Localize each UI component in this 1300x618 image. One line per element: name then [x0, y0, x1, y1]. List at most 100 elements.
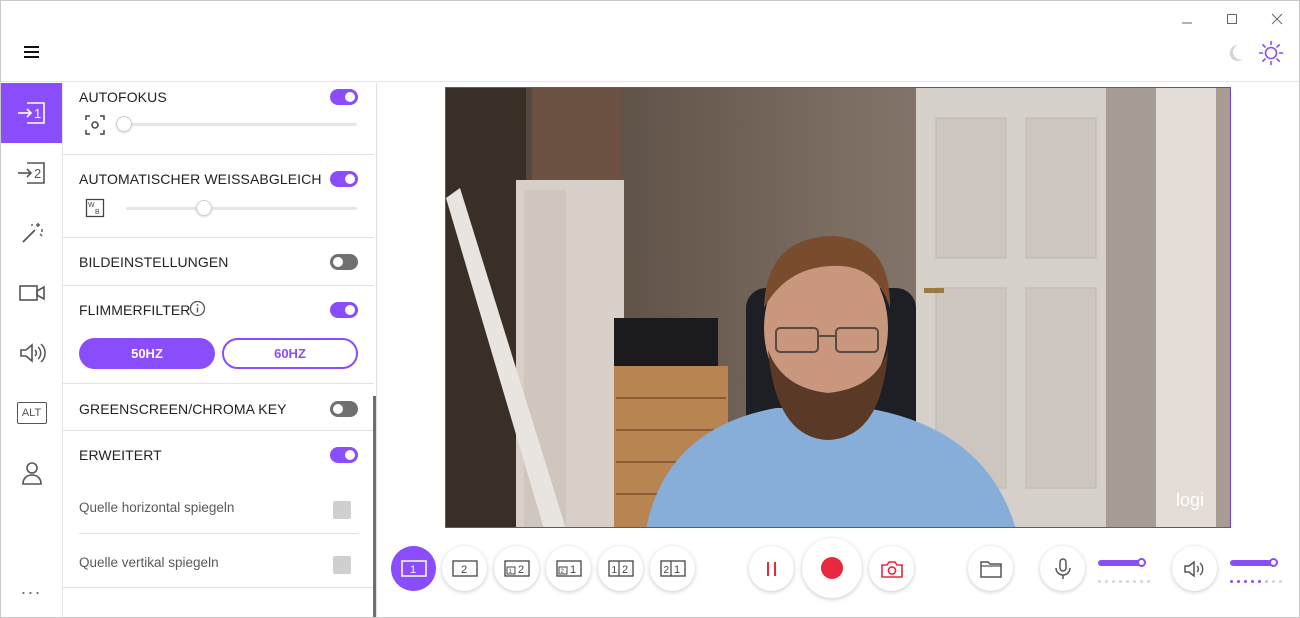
rail-audio[interactable]: [1, 323, 62, 383]
mirror-vertical-row: Quelle vertikal spiegeln: [79, 534, 359, 588]
image-settings-section: BILDEINSTELLUNGEN: [63, 238, 374, 286]
layout-pip-2-1-button[interactable]: 2 1: [546, 546, 591, 591]
mirror-horizontal-checkbox[interactable]: [333, 501, 351, 519]
settings-panel: AUTOFOKUS AUTOMATISCHER WEISSABGLEICH W …: [63, 83, 377, 617]
pause-button[interactable]: [749, 546, 794, 591]
hamburger-menu-icon[interactable]: [19, 40, 45, 64]
minimize-icon[interactable]: [1172, 7, 1202, 31]
autofocus-section: AUTOFOKUS: [63, 83, 374, 155]
focus-icon: [85, 115, 105, 135]
greenscreen-toggle[interactable]: [330, 401, 358, 417]
microphone-button[interactable]: [1040, 546, 1085, 591]
svg-text:B: B: [95, 209, 100, 216]
white-balance-slider[interactable]: [126, 207, 357, 210]
layout-split-1-2-icon: 1 2: [607, 559, 634, 577]
svg-text:2: 2: [461, 564, 467, 576]
60hz-button[interactable]: 60HZ: [222, 338, 358, 369]
greenscreen-label: GREENSCREEN/CHROMA KEY: [79, 401, 287, 417]
white-balance-icon: W B: [85, 198, 105, 218]
camera-icon: [18, 285, 45, 301]
rail-account[interactable]: [1, 443, 62, 503]
flicker-filter-label: FLIMMERFILTER: [79, 302, 191, 318]
rail-camera[interactable]: [1, 263, 62, 323]
layout-2-button[interactable]: 2: [442, 546, 487, 591]
mirror-horizontal-row: Quelle horizontal spiegeln: [79, 479, 359, 534]
svg-text:1: 1: [611, 565, 617, 576]
layout-pip-1-2-icon: 1 2: [503, 559, 530, 577]
rail-effects[interactable]: [1, 203, 62, 263]
image-settings-toggle[interactable]: [330, 254, 358, 270]
record-button[interactable]: [802, 538, 862, 598]
rail-source-2[interactable]: 2: [1, 143, 62, 203]
source-1-icon: 1: [17, 102, 45, 124]
more-options-icon[interactable]: ...: [1, 573, 62, 603]
sun-icon[interactable]: [1258, 40, 1284, 66]
close-icon[interactable]: [1262, 7, 1292, 31]
app-window: 1 2 ALT ... AUTOFOKUS AUTOMATISCHER WEIS…: [0, 0, 1300, 618]
layout-pip-1-2-button[interactable]: 1 2: [494, 546, 539, 591]
svg-text:1: 1: [570, 564, 576, 576]
svg-text:2: 2: [663, 565, 669, 576]
layout-1-button[interactable]: 1: [391, 546, 436, 591]
white-balance-section: AUTOMATISCHER WEISSABGLEICH W B: [63, 155, 374, 238]
autofocus-toggle[interactable]: [330, 89, 358, 105]
pause-icon: [766, 561, 776, 576]
autofocus-slider-thumb[interactable]: [116, 116, 132, 132]
folder-icon: [979, 560, 1002, 578]
camera-feed-image: logi: [446, 88, 1230, 527]
record-icon: [821, 557, 843, 579]
info-icon[interactable]: [189, 300, 206, 317]
svg-text:2: 2: [622, 564, 628, 576]
greenscreen-section: GREENSCREEN/CHROMA KEY: [63, 384, 374, 431]
camera-preview: logi: [445, 87, 1231, 528]
logi-watermark: logi: [1176, 490, 1204, 510]
speaker-level-meter: [1230, 580, 1282, 583]
advanced-toggle[interactable]: [330, 447, 358, 463]
svg-text:1: 1: [34, 106, 41, 121]
autofocus-label: AUTOFOKUS: [79, 89, 167, 105]
microphone-icon: [1054, 557, 1071, 579]
svg-text:1: 1: [410, 564, 416, 576]
rail-alt[interactable]: ALT: [1, 383, 62, 443]
alt-icon: ALT: [16, 402, 47, 424]
panel-scrollbar[interactable]: [373, 396, 376, 617]
svg-text:1: 1: [674, 564, 680, 576]
speaker-button[interactable]: [1172, 546, 1217, 591]
navigation-rail: 1 2 ALT ...: [1, 83, 63, 617]
rail-source-1[interactable]: 1: [1, 83, 62, 143]
advanced-section: ERWEITERT Quelle horizontal spiegeln Que…: [63, 431, 374, 588]
layout-split-2-1-button[interactable]: 2 1: [650, 546, 695, 591]
layout-pip-2-1-icon: 2 1: [555, 559, 582, 577]
layout-2-icon: 2: [451, 559, 478, 577]
open-folder-button[interactable]: [968, 546, 1013, 591]
autofocus-slider[interactable]: [124, 123, 357, 126]
mirror-horizontal-label: Quelle horizontal spiegeln: [79, 500, 235, 515]
50hz-button[interactable]: 50HZ: [79, 338, 215, 369]
advanced-label: ERWEITERT: [79, 447, 162, 463]
speaker-icon: [19, 343, 46, 363]
snapshot-button[interactable]: [869, 546, 914, 591]
layout-1-icon: 1: [400, 559, 427, 577]
svg-text:2: 2: [34, 166, 41, 181]
layout-split-1-2-button[interactable]: 1 2: [598, 546, 643, 591]
mirror-vertical-checkbox[interactable]: [333, 556, 351, 574]
moon-icon[interactable]: [1223, 41, 1247, 65]
white-balance-slider-thumb[interactable]: [196, 200, 213, 216]
svg-text:2: 2: [518, 564, 524, 576]
maximize-icon[interactable]: [1217, 7, 1247, 31]
mic-level-thumb[interactable]: [1137, 558, 1146, 567]
alt-label: ALT: [21, 407, 42, 419]
magic-wand-icon: [21, 223, 43, 243]
image-settings-label: BILDEINSTELLUNGEN: [79, 254, 229, 270]
source-2-icon: 2: [17, 162, 45, 184]
white-balance-label: AUTOMATISCHER WEISSABGLEICH: [79, 171, 322, 187]
mic-level-meter: [1098, 580, 1150, 583]
speaker-volume-icon: [1183, 559, 1203, 578]
svg-text:W: W: [88, 202, 95, 209]
flicker-filter-toggle[interactable]: [330, 302, 358, 318]
layout-split-2-1-icon: 2 1: [659, 559, 686, 577]
white-balance-toggle[interactable]: [330, 171, 358, 187]
person-icon: [21, 462, 42, 485]
speaker-volume-thumb[interactable]: [1269, 558, 1278, 567]
flicker-filter-section: FLIMMERFILTER: [63, 286, 374, 384]
